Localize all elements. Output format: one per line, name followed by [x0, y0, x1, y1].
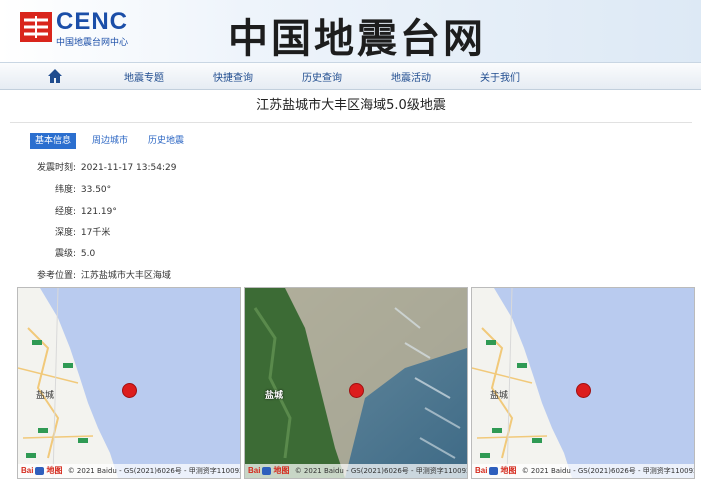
- time-value: 2021-11-17 13:54:29: [80, 163, 177, 173]
- longitude-label: 经度:: [54, 207, 76, 217]
- map-standard-2[interactable]: 盐城 Bai 地图 © 2021 Baidu - GS(2021)6026号 - …: [471, 287, 695, 479]
- reference-value: 江苏盐城市大丰区海域: [80, 271, 171, 281]
- epicenter-marker[interactable]: [576, 383, 591, 398]
- info-row-time: 发震时刻: 2021-11-17 13:54:29: [32, 160, 177, 173]
- map-copyright: © 2021 Baidu - GS(2021)6026号 - 甲测资字11009…: [67, 467, 240, 475]
- tab-history-earthquakes[interactable]: 历史地震: [148, 133, 184, 149]
- longitude-value: 121.19°: [80, 207, 117, 217]
- baidu-paw-icon: [262, 466, 272, 475]
- epicenter-marker[interactable]: [122, 383, 137, 398]
- magnitude-value: 5.0: [80, 249, 96, 259]
- info-row-longitude: 经度: 121.19°: [32, 204, 117, 217]
- nav-item-seismic-activity[interactable]: 地震活动: [391, 69, 431, 84]
- nav-item-about-us[interactable]: 关于我们: [480, 69, 520, 84]
- map-city-label: 盐城: [265, 391, 284, 401]
- map-standard[interactable]: 盐城 Bai 地图 © 2021 Baidu - GS(2021)6026号 - …: [17, 287, 241, 479]
- map-copyright: © 2021 Baidu - GS(2021)6026号 - 甲测资字11009…: [521, 467, 694, 475]
- cenc-logo-icon[interactable]: [20, 12, 52, 42]
- info-row-magnitude: 震级: 5.0: [32, 246, 95, 259]
- map-city-label: 盐城: [36, 391, 55, 401]
- latitude-label: 纬度:: [54, 185, 76, 195]
- depth-label: 深度:: [54, 228, 76, 238]
- reference-label: 参考位置:: [36, 271, 76, 281]
- page-title: 江苏盐城市大丰区海域5.0级地震: [10, 90, 692, 123]
- site-title: 中国地震台网: [228, 15, 486, 62]
- magnitude-label: 震级:: [54, 249, 76, 259]
- nav-item-history-query[interactable]: 历史查询: [302, 69, 342, 84]
- baidu-paw-icon: [489, 466, 499, 475]
- map-attribution: Bai 地图 © 2021 Baidu - GS(2021)6026号 - 甲测资…: [472, 464, 694, 478]
- baidu-paw-icon: [35, 466, 45, 475]
- map-satellite[interactable]: 盐城 Bai 地图 © 2021 Baidu - GS(2021)6026号 - …: [244, 287, 468, 479]
- nav-item-earthquake-topics[interactable]: 地震专题: [124, 69, 164, 84]
- info-row-latitude: 纬度: 33.50°: [32, 182, 111, 195]
- baidu-logo[interactable]: Bai 地图: [248, 464, 289, 478]
- site-header: CENC 中国地震台网中心 中国地震台网: [0, 0, 701, 62]
- nav-item-quick-query[interactable]: 快捷查询: [213, 69, 253, 84]
- home-icon[interactable]: [46, 67, 64, 85]
- depth-value: 17千米: [80, 228, 111, 238]
- map-attribution: Bai 地图 © 2021 Baidu - GS(2021)6026号 - 甲测资…: [18, 464, 240, 478]
- time-label: 发震时刻:: [36, 163, 76, 173]
- info-row-depth: 深度: 17千米: [32, 225, 110, 238]
- map-city-label: 盐城: [490, 391, 509, 401]
- info-row-reference: 参考位置: 江苏盐城市大丰区海域: [32, 268, 171, 281]
- latitude-value: 33.50°: [80, 185, 112, 195]
- map-attribution: Bai 地图 © 2021 Baidu - GS(2021)6026号 - 甲测资…: [245, 464, 467, 478]
- map-copyright: © 2021 Baidu - GS(2021)6026号 - 甲测资字11009…: [294, 467, 467, 475]
- content-panel: 江苏盐城市大丰区海域5.0级地震 基本信息 周边城市 历史地震 发震时刻: 20…: [10, 90, 695, 490]
- tab-nearby-cities[interactable]: 周边城市: [92, 133, 128, 149]
- epicenter-marker[interactable]: [349, 383, 364, 398]
- baidu-logo[interactable]: Bai 地图: [21, 464, 62, 478]
- main-navigation: 地震专题 快捷查询 历史查询 地震活动 关于我们: [0, 62, 701, 90]
- tab-basic-info[interactable]: 基本信息: [30, 133, 77, 149]
- brand-name[interactable]: CENC: [56, 8, 128, 36]
- brand-subtitle: 中国地震台网中心: [56, 38, 129, 48]
- baidu-logo[interactable]: Bai 地图: [475, 464, 516, 478]
